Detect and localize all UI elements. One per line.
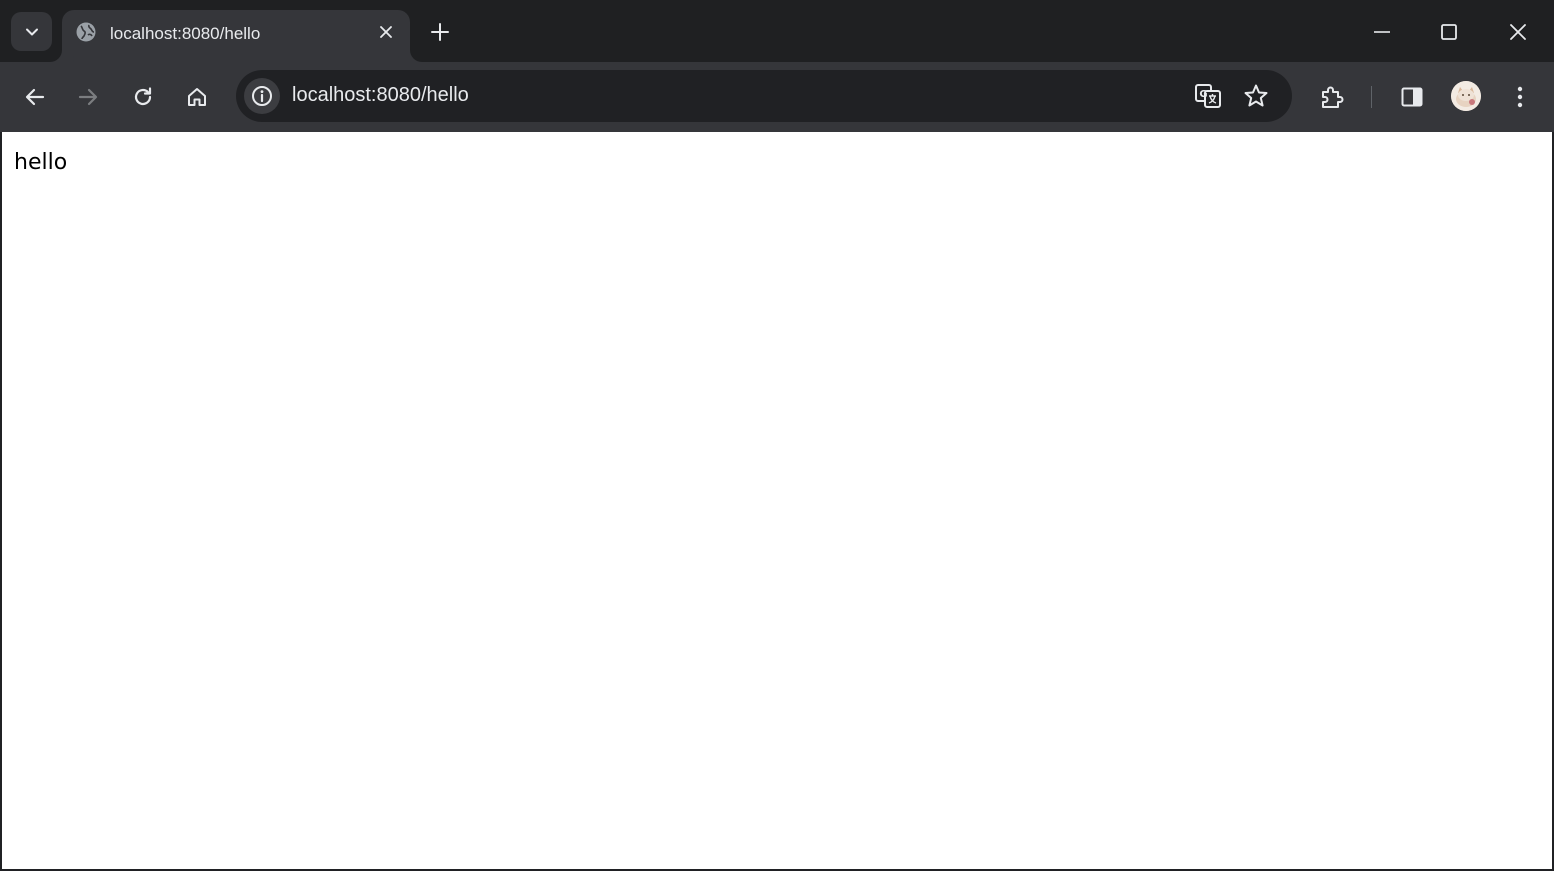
home-icon [188,88,206,106]
maximize-button[interactable] [1429,12,1469,52]
globe-icon [76,22,96,42]
minimize-button[interactable] [1362,12,1402,52]
tab-search-button[interactable] [11,12,52,51]
plus-icon [431,23,449,41]
url-text[interactable]: localhost:8080/hello [292,84,469,107]
address-bar[interactable]: localhost:8080/hello G [236,70,1292,122]
close-window-button[interactable] [1498,12,1538,52]
puzzle-icon [1322,86,1344,108]
arrow-right-icon [78,88,98,106]
minimize-icon [1374,31,1390,33]
arrow-left-icon [25,88,45,106]
tab-title: localhost:8080/hello [110,24,261,43]
page-content: hello [2,132,1552,869]
browser-window: localhost:8080/hello localhost:8080/hell… [0,0,1554,871]
kebab-menu-icon [1517,86,1523,108]
svg-text:G: G [1199,89,1207,100]
forward-button[interactable] [68,77,108,117]
side-panel-button[interactable] [1392,77,1432,117]
tab-close-button[interactable] [374,20,398,44]
reload-button[interactable] [123,77,163,117]
bookmark-button[interactable] [1238,78,1274,114]
side-panel-icon [1401,87,1423,107]
info-icon [252,86,272,106]
close-icon [1510,24,1526,40]
translate-icon: G [1195,84,1221,108]
home-button[interactable] [177,77,217,117]
toolbar: localhost:8080/hello G [0,62,1554,132]
avatar[interactable] [1451,81,1481,111]
maximize-icon [1441,24,1457,40]
translate-button[interactable]: G [1190,78,1226,114]
star-icon [1244,84,1268,107]
extensions-button[interactable] [1312,77,1352,117]
new-tab-button[interactable] [424,16,456,48]
chevron-down-icon [25,28,38,35]
profile-avatar-icon [1451,81,1481,111]
reload-icon [134,87,152,106]
tab-strip: localhost:8080/hello [0,0,1554,62]
page-body-text: hello [14,150,68,175]
back-button[interactable] [15,77,55,117]
close-icon [380,26,392,38]
menu-button[interactable] [1500,77,1540,117]
tab-active[interactable]: localhost:8080/hello [62,10,410,62]
toolbar-divider [1371,86,1372,108]
site-info-button[interactable] [244,78,280,114]
